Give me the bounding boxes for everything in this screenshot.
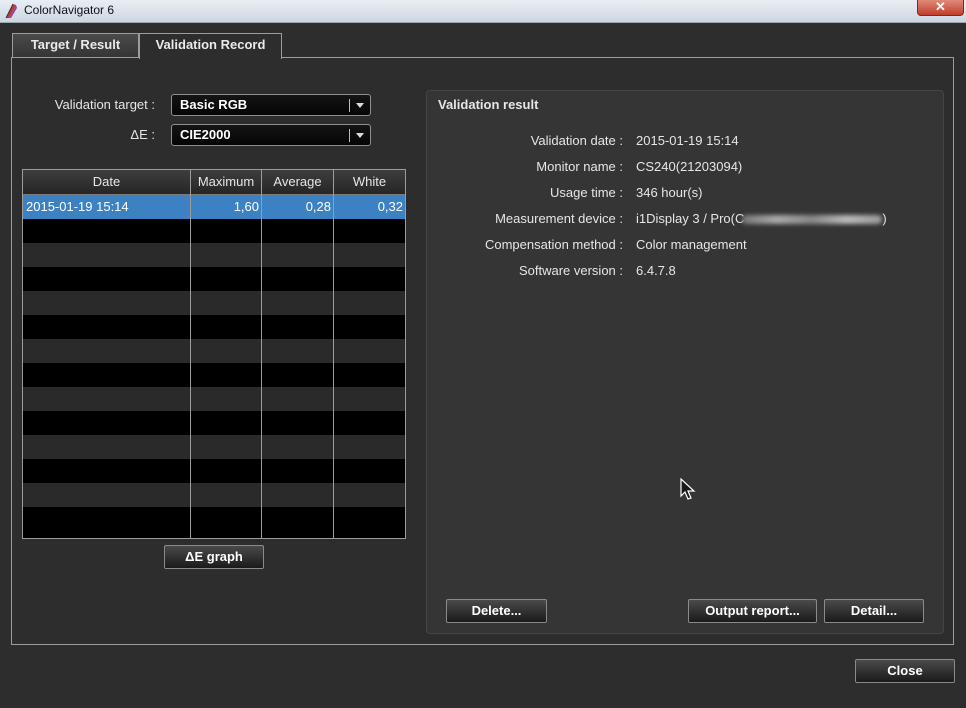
empty-table-row	[23, 387, 405, 411]
column-divider	[261, 170, 262, 538]
usage-time-label: Usage time :	[550, 185, 623, 200]
empty-table-row	[23, 219, 405, 243]
table-row[interactable]: 2015-01-19 15:14 1,60 0,28 0,32	[23, 195, 405, 219]
validation-date-value: 2015-01-19 15:14	[636, 133, 739, 148]
colornavigator-window: ColorNavigator 6 ✕ Target / Result Valid…	[0, 0, 966, 708]
close-button[interactable]: Close	[855, 659, 955, 683]
validation-date-label: Validation date :	[530, 133, 623, 148]
window-title: ColorNavigator 6	[24, 3, 115, 17]
validation-target-value: Basic RGB	[180, 97, 248, 112]
cell-date: 2015-01-19 15:14	[26, 199, 129, 214]
usage-time-value: 346 hour(s)	[636, 185, 703, 200]
delta-e-value: CIE2000	[180, 127, 231, 142]
delta-e-label: ΔE :	[130, 127, 155, 142]
empty-table-row	[23, 411, 405, 435]
chevron-down-icon	[356, 133, 364, 138]
validation-record-table: Date Maximum Average White 2015-01-19 15…	[22, 169, 406, 539]
empty-table-row	[23, 339, 405, 363]
title-bar: ColorNavigator 6 ✕	[0, 0, 966, 23]
column-header-maximum[interactable]: Maximum	[191, 170, 261, 194]
cell-white: 0,32	[377, 199, 403, 214]
measurement-device-value: i1Display 3 / Pro(C)	[636, 211, 887, 226]
measurement-device-label: Measurement device :	[495, 211, 623, 226]
delta-e-graph-button[interactable]: ΔE graph	[164, 545, 264, 569]
column-header-average[interactable]: Average	[262, 170, 333, 194]
chevron-down-icon	[356, 103, 364, 108]
column-header-white[interactable]: White	[334, 170, 405, 194]
monitor-name-label: Monitor name :	[536, 159, 623, 174]
dropdown-separator	[349, 99, 350, 112]
column-divider	[333, 170, 334, 538]
software-version-label: Software version :	[518, 263, 623, 278]
validation-result-title: Validation result	[438, 97, 539, 112]
empty-table-row	[23, 291, 405, 315]
colornavigator-app-icon	[5, 3, 17, 19]
empty-table-row	[23, 435, 405, 459]
cell-maximum: 1,60	[233, 199, 259, 214]
delta-e-select[interactable]: CIE2000	[171, 124, 371, 146]
software-version-value: 6.4.7.8	[636, 263, 676, 278]
column-divider	[190, 170, 191, 538]
measurement-device-suffix: )	[882, 211, 887, 226]
dropdown-separator	[349, 129, 350, 142]
empty-table-row	[23, 243, 405, 267]
output-report-button[interactable]: Output report...	[688, 599, 817, 623]
validation-result-panel: Validation result Validation date : 2015…	[426, 90, 944, 634]
compensation-method-value: Color management	[636, 237, 747, 252]
validation-target-select[interactable]: Basic RGB	[171, 94, 371, 116]
empty-table-row	[23, 267, 405, 291]
window-close-button[interactable]: ✕	[917, 0, 964, 16]
table-header: Date Maximum Average White	[23, 170, 405, 195]
monitor-name-value: CS240(21203094)	[636, 159, 743, 174]
detail-button[interactable]: Detail...	[824, 599, 924, 623]
cell-average: 0,28	[305, 199, 331, 214]
empty-table-row	[23, 459, 405, 483]
compensation-method-label: Compensation method :	[484, 237, 623, 252]
tab-validation-record[interactable]: Validation Record	[139, 33, 282, 59]
empty-table-row	[23, 507, 405, 531]
validation-target-label: Validation target :	[54, 97, 155, 112]
mouse-pointer-icon	[680, 478, 696, 500]
measurement-device-text: i1Display 3 / Pro(C	[636, 211, 745, 226]
tab-target-result[interactable]: Target / Result	[12, 33, 139, 57]
empty-table-row	[23, 363, 405, 387]
empty-table-row	[23, 315, 405, 339]
delete-button[interactable]: Delete...	[446, 599, 547, 623]
column-header-date[interactable]: Date	[23, 170, 190, 194]
redacted-serial	[742, 215, 883, 225]
empty-table-row	[23, 483, 405, 507]
